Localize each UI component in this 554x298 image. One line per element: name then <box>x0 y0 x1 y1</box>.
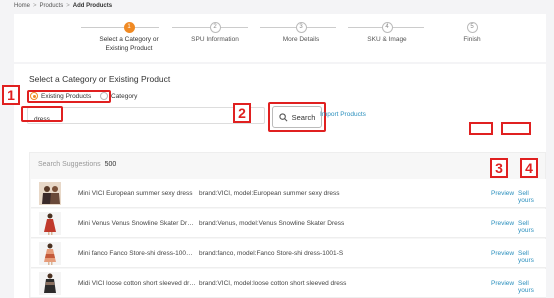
suggestion-row: Mini Venus Venus Snowline Skater Dress b… <box>31 209 546 238</box>
product-thumbnail <box>39 242 61 265</box>
main-panel: Select a Category or Existing Product Ex… <box>14 64 546 298</box>
annotation-badge-4: 4 <box>520 158 538 178</box>
product-attributes: brand:VICI, model:loose cotton short sle… <box>199 280 347 287</box>
annotation-badge-2: 2 <box>233 103 251 123</box>
step-spu-information: 2 SPU Information <box>170 22 260 45</box>
step-number: 3 <box>295 22 307 33</box>
annotation-box-search-input <box>21 106 63 122</box>
radio-label: Existing Products <box>41 92 92 100</box>
step-select-category: 1 Select a Category or Existing Product <box>84 22 174 54</box>
suggestion-row: Midi VICI loose cotton short sleeved dre… <box>31 269 546 298</box>
step-number: 2 <box>209 22 221 33</box>
product-thumbnail <box>39 182 61 205</box>
preview-link[interactable]: Preview <box>491 280 514 287</box>
sell-yours-link[interactable]: Sell yours <box>518 190 546 204</box>
product-attributes: brand:fanco, model:Fanco Store-shi dress… <box>199 250 344 257</box>
step-label-line2: Existing Product <box>105 44 153 52</box>
annotation-badge-1: 1 <box>2 85 20 105</box>
step-label: Select a Category or <box>99 36 159 43</box>
breadcrumb-home[interactable]: Home <box>14 3 30 9</box>
step-finish: 5 Finish <box>427 22 517 45</box>
radio-checked-icon <box>30 92 38 100</box>
product-attributes: brand:Venus, model:Venus Snowline Skater… <box>199 220 345 227</box>
annotation-box-sell-yours <box>501 122 531 135</box>
product-attributes: brand:VICI, model:European summer sexy d… <box>199 190 340 197</box>
preview-link[interactable]: Preview <box>491 250 514 257</box>
breadcrumb-separator: > <box>66 3 70 9</box>
annotation-badge-3: 3 <box>490 158 508 178</box>
radio-label: Category <box>111 92 138 100</box>
step-label: Finish <box>463 36 481 43</box>
product-thumbnail <box>39 212 61 235</box>
suggestion-row: Mini VICI European summer sexy dress bra… <box>31 179 546 208</box>
suggestions-title: Search Suggestions <box>38 161 101 168</box>
suggestions-count: 500 <box>104 161 117 168</box>
suggestion-row: Mini fanco Fanco Store-shi dress-1001-S … <box>31 239 546 268</box>
step-number: 1 <box>123 22 135 33</box>
radio-category[interactable]: Category <box>100 92 137 100</box>
preview-link[interactable]: Preview <box>491 190 514 197</box>
product-name: Mini VICI European summer sexy dress <box>78 190 193 197</box>
suggestions-header: Search Suggestions 500 <box>38 161 116 168</box>
product-name: Mini Venus Venus Snowline Skater Dress <box>78 220 196 227</box>
step-number: 5 <box>466 22 478 33</box>
step-number: 4 <box>381 22 393 33</box>
sell-yours-link[interactable]: Sell yours <box>518 280 546 294</box>
breadcrumb-separator: > <box>33 3 37 9</box>
breadcrumb-products[interactable]: Products <box>40 3 64 9</box>
import-products-link[interactable]: Import Products <box>320 111 366 118</box>
product-thumbnail <box>39 272 61 295</box>
preview-link[interactable]: Preview <box>491 220 514 227</box>
step-more-details: 3 More Details <box>256 22 346 45</box>
sell-yours-link[interactable]: Sell yours <box>518 220 546 234</box>
product-name: Midi VICI loose cotton short sleeved dre… <box>78 280 196 287</box>
breadcrumb-current: Add Products <box>72 3 113 9</box>
radio-existing-products[interactable]: Existing Products <box>30 92 91 100</box>
radio-unchecked-icon <box>100 92 108 100</box>
product-search-input[interactable] <box>28 112 264 127</box>
sell-yours-link[interactable]: Sell yours <box>518 250 546 264</box>
product-name: Mini fanco Fanco Store-shi dress-1001-S <box>78 250 196 257</box>
breadcrumb: Home > Products > Add Products <box>14 3 112 9</box>
search-suggestions-panel: Search Suggestions 500 Mini VICI Europea… <box>29 152 546 298</box>
step-sku-image: 4 SKU & Image <box>342 22 432 45</box>
annotation-box-preview <box>469 122 493 135</box>
annotation-box-search-button <box>268 102 326 132</box>
step-label: More Details <box>282 36 320 43</box>
step-label: SPU Information <box>191 36 239 43</box>
stepper-panel: 1 Select a Category or Existing Product … <box>14 14 546 62</box>
section-title: Select a Category or Existing Product <box>29 74 171 84</box>
step-label: SKU & Image <box>367 36 407 43</box>
